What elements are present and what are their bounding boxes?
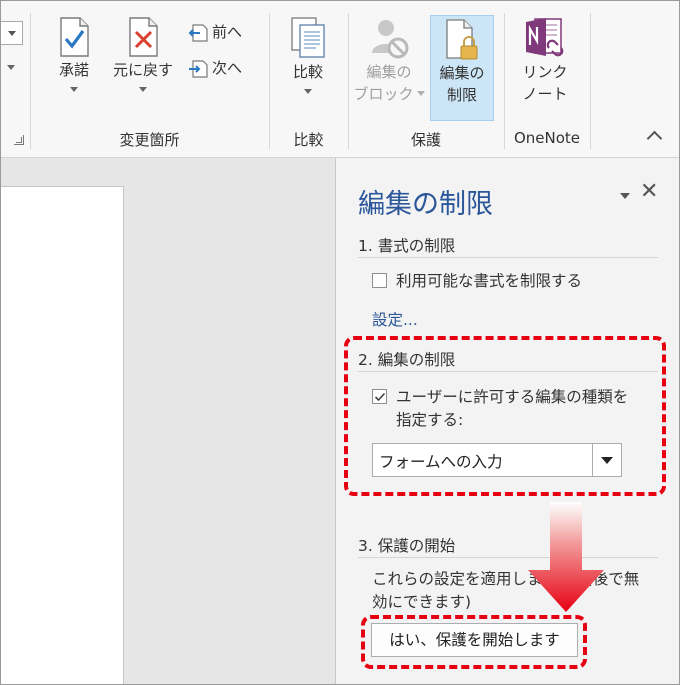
checkbox-unchecked-icon[interactable]	[372, 273, 387, 288]
highlight-editing-restrictions	[344, 336, 666, 496]
start-description: これらの設定を適用しますか? (後で無 効にできます)	[372, 568, 662, 614]
compare-label: 比較	[292, 63, 323, 81]
reject-button[interactable]: 元に戻す	[107, 15, 179, 115]
compare-button[interactable]: 比較	[279, 15, 337, 115]
block-authors-label-2: ブロック	[353, 85, 414, 103]
formatting-restriction-checkbox[interactable]: 利用可能な書式を制限する	[372, 270, 582, 293]
previous-button[interactable]: 前へ	[187, 21, 242, 44]
linked-notes-button[interactable]: リンク ノート	[511, 15, 579, 119]
reject-label: 元に戻す	[112, 61, 173, 79]
block-authors-icon	[372, 20, 409, 59]
next-button[interactable]: 次へ	[187, 57, 242, 80]
linked-notes-label-1: リンク	[522, 63, 568, 81]
block-authors-button[interactable]: 編集の ブロック	[353, 15, 425, 119]
restrict-editing-label-2: 制限	[446, 86, 477, 104]
start-description-line-1: これらの設定を適用しますか? (後で無	[372, 570, 640, 588]
settings-link[interactable]: 設定...	[372, 308, 418, 330]
highlight-start-button	[361, 615, 587, 669]
chevron-down-icon[interactable]	[7, 65, 15, 70]
restrict-editing-label-1: 編集の	[439, 64, 485, 82]
block-authors-label-1: 編集の	[366, 63, 412, 81]
document-page[interactable]	[1, 186, 124, 684]
start-description-line-2: 効にできます)	[372, 593, 472, 611]
chevron-down-icon	[304, 89, 312, 94]
group-label-changes: 変更箇所	[119, 131, 180, 149]
block-authors-label-row: ブロック	[353, 83, 425, 105]
restrict-editing-button[interactable]: 編集の 制限	[430, 15, 494, 121]
next-label: 次へ	[212, 59, 243, 77]
previous-label: 前へ	[212, 23, 243, 41]
group-separator	[590, 13, 591, 149]
down-arrow-icon	[528, 502, 604, 612]
onenote-icon	[526, 18, 564, 57]
pane-options-icon[interactable]	[620, 193, 630, 199]
section-formatting-heading: 1. 書式の制限	[358, 237, 456, 255]
section-start-heading: 3. 保護の開始	[358, 537, 456, 555]
compare-icon	[291, 17, 325, 58]
pane-title: 編集の制限	[358, 189, 493, 220]
accept-label: 承諾	[58, 61, 89, 79]
app-window: 承諾 元に戻す 前へ 次へ 変更箇所 比較 比較 編集の ブロック 編集の 制限…	[0, 0, 680, 685]
previous-change-icon	[188, 23, 208, 42]
chevron-down-icon	[139, 87, 147, 92]
accept-icon	[60, 17, 89, 57]
accept-button[interactable]: 承諾	[45, 15, 103, 115]
next-change-icon	[189, 59, 208, 78]
collapse-ribbon-icon[interactable]	[646, 130, 663, 147]
group-label-compare: 比較	[293, 131, 324, 149]
formatting-restriction-label: 利用可能な書式を制限する	[396, 272, 583, 290]
section-divider	[358, 557, 658, 558]
chevron-down-icon	[416, 91, 425, 96]
reject-icon	[129, 17, 158, 57]
review-ribbon: 承諾 元に戻す 前へ 次へ 変更箇所 比較 比較 編集の ブロック 編集の 制限…	[1, 1, 679, 158]
section-divider	[358, 257, 658, 258]
chevron-down-icon	[70, 87, 78, 92]
close-icon[interactable]: ✕	[640, 180, 658, 204]
group-label-onenote: OneNote	[513, 129, 581, 147]
group-label-protect: 保護	[410, 131, 441, 149]
restrict-editing-icon	[446, 19, 478, 60]
dialog-launcher-icon[interactable]	[14, 135, 24, 145]
document-area	[1, 158, 335, 684]
linked-notes-label-2: ノート	[522, 85, 568, 103]
truncated-dropdown[interactable]	[1, 21, 23, 45]
